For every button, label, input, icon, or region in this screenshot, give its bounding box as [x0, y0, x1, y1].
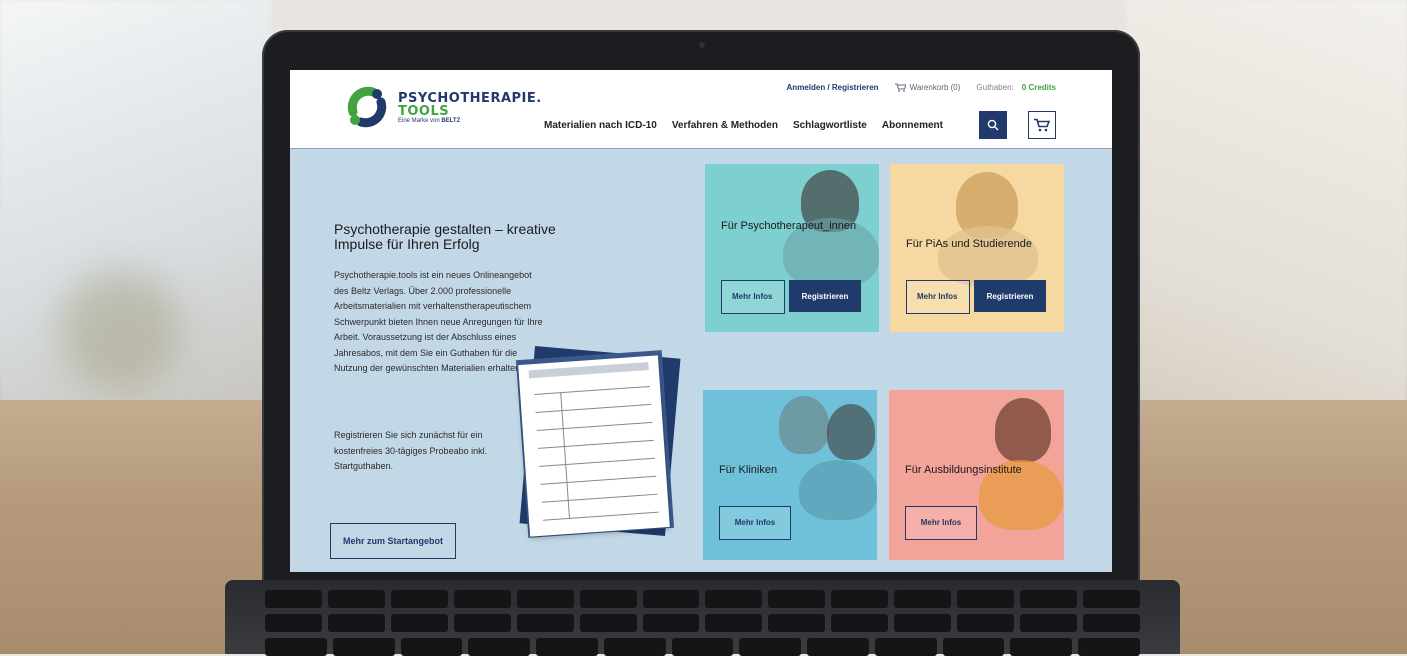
- main-nav: Materialien nach ICD-10 Verfahren & Meth…: [544, 120, 943, 131]
- more-info-button[interactable]: Mehr Infos: [905, 506, 977, 540]
- logo-tagline: Eine Marke von BELTZ: [398, 118, 460, 124]
- cart-button[interactable]: [1028, 111, 1056, 139]
- nav-item-subscription[interactable]: Abonnement: [882, 120, 943, 131]
- logo-publisher: BELTZ: [441, 118, 461, 124]
- more-info-button[interactable]: Mehr Infos: [719, 506, 791, 540]
- tile-title: Für Kliniken: [719, 464, 778, 476]
- more-info-button[interactable]: Mehr Infos: [721, 280, 785, 314]
- tile-title: Für PiAs und Studierende: [906, 238, 1032, 250]
- nav-item-icd10[interactable]: Materialien nach ICD-10: [544, 120, 657, 131]
- laptop-screen: PSYCHOTHERAPIE. TOOLS Eine Marke von BEL…: [290, 70, 1112, 572]
- register-button[interactable]: Registrieren: [789, 280, 861, 312]
- tile-clinics: Für Kliniken Mehr Infos: [703, 390, 877, 560]
- top-links: Anmelden / Registrieren Warenkorb (0) Gu…: [787, 83, 1056, 92]
- hero-title: Psychotherapie gestalten – kreative Impu…: [334, 221, 556, 252]
- tile-institutes: Für Ausbildungsinstitute Mehr Infos: [889, 390, 1064, 560]
- tile-title: Für Ausbildungsinstitute: [905, 464, 1022, 476]
- nav-item-keywords[interactable]: Schlagwortliste: [793, 120, 867, 131]
- background-wall: [1127, 0, 1407, 420]
- balance-value[interactable]: 0 Credits: [1022, 83, 1056, 92]
- cart-link[interactable]: Warenkorb (0): [894, 83, 961, 92]
- register-button[interactable]: Registrieren: [974, 280, 1046, 312]
- search-icon: [987, 119, 999, 131]
- logo-tagline-text: Eine Marke von: [398, 118, 440, 124]
- cart-link-label: Warenkorb (0): [909, 83, 961, 92]
- login-register-link[interactable]: Anmelden / Registrieren: [787, 83, 879, 92]
- cart-icon: [894, 83, 906, 92]
- background-plant: [60, 270, 180, 390]
- balance-label: Guthaben:: [976, 83, 1014, 92]
- search-button[interactable]: [979, 111, 1007, 139]
- webcam: [699, 42, 705, 48]
- tile-therapists: Für Psychotherapeut_innen Mehr Infos Reg…: [705, 164, 879, 332]
- more-info-button[interactable]: Mehr Infos: [906, 280, 970, 314]
- tile-students: Für PiAs und Studierende Mehr Infos Regi…: [890, 164, 1064, 332]
- start-offer-button[interactable]: Mehr zum Startangebot: [330, 523, 456, 559]
- worksheet-preview: [518, 355, 670, 537]
- cart-icon: [1034, 118, 1050, 132]
- hero-paragraph-trial: Registrieren Sie sich zunächst für ein k…: [334, 430, 488, 471]
- nav-item-methods[interactable]: Verfahren & Methoden: [672, 120, 778, 131]
- tile-title: Für Psychotherapeut_innen: [721, 220, 857, 232]
- logo-icon[interactable]: [343, 82, 391, 130]
- site-header: PSYCHOTHERAPIE. TOOLS Eine Marke von BEL…: [290, 70, 1112, 149]
- laptop-keyboard: [225, 580, 1180, 656]
- logo-subtitle[interactable]: TOOLS: [398, 104, 449, 119]
